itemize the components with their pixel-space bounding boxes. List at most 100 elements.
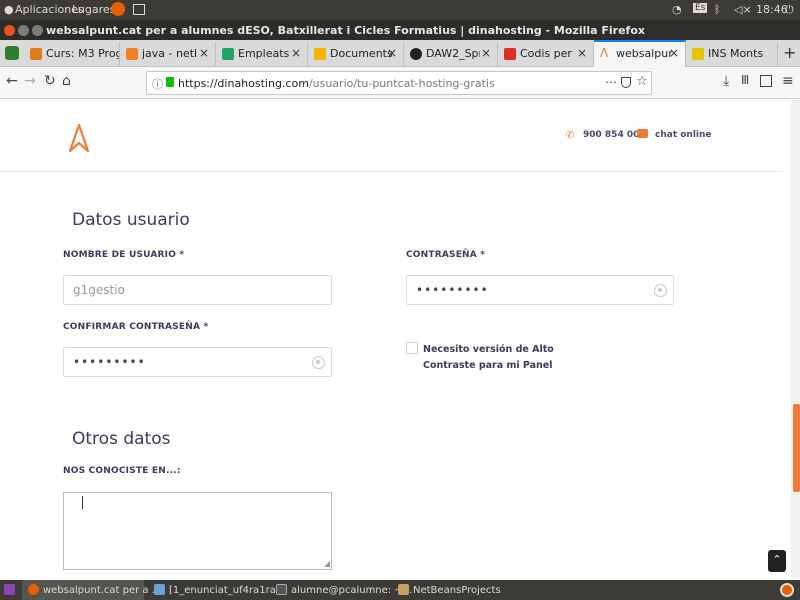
chat-online-link[interactable]: chat online — [655, 130, 712, 140]
navigation-bar: ← → ↻ ⌂ ⓘ https://dinahosting.com/usuari… — [0, 67, 800, 99]
tab-title: Documents — [330, 47, 393, 60]
username-value: g1gestio — [73, 283, 125, 297]
ubuntu-logo-icon[interactable]: ● — [4, 3, 14, 16]
screenshot-tool-icon[interactable] — [133, 4, 145, 15]
pinned-tab-icon[interactable] — [5, 46, 19, 60]
section-heading-other-data: Otros datos — [72, 429, 171, 449]
username-input[interactable]: g1gestio — [63, 275, 332, 305]
tab-daw2-sprint[interactable]: DAW2_Sprint × — [404, 42, 498, 67]
referral-textarea[interactable]: ◢ — [63, 492, 332, 570]
library-icon[interactable]: Ⅲ — [741, 73, 749, 87]
dinahosting-icon: Λ — [600, 46, 609, 60]
high-contrast-checkbox[interactable] — [406, 342, 418, 354]
moodle-icon — [30, 48, 42, 60]
show-desktop-icon[interactable] — [4, 584, 15, 595]
window-titlebar: websalpunt.cat per a alumnes dESO, Batxi… — [0, 20, 800, 40]
downloads-icon[interactable]: ⤓ — [723, 73, 729, 89]
resize-handle-icon[interactable]: ◢ — [324, 559, 330, 568]
stackoverflow-icon — [126, 48, 138, 60]
taskbar-item-document[interactable]: [1_enunciat_uf4ra1ra... — [148, 580, 285, 600]
reload-icon[interactable]: ↻ — [44, 73, 56, 89]
new-tab-button[interactable]: + — [783, 43, 796, 62]
tab-title: java - netbeans — [142, 47, 196, 60]
url-bar[interactable]: ⓘ https://dinahosting.com/usuario/tu-pun… — [146, 71, 652, 95]
taskbar-item-label: NetBeansProjects — [413, 585, 501, 596]
taskbar-item-firefox[interactable]: websalpunt.cat per a ... — [22, 580, 161, 600]
url-text[interactable]: https://dinahosting.com/usuario/tu-puntc… — [178, 77, 495, 90]
gmail-icon — [504, 48, 516, 60]
maximize-window-button[interactable] — [32, 25, 43, 36]
site-header: ✆ 900 854 000 chat online — [0, 100, 780, 172]
taskbar: websalpunt.cat per a ... [1_enunciat_uf4… — [0, 580, 800, 600]
volume-icon[interactable]: ◁× — [734, 3, 752, 16]
tab-java-netbeans[interactable]: java - netbeans × — [120, 42, 216, 67]
page-scrollbar-thumb[interactable] — [793, 404, 800, 492]
tab-ins-montsia[interactable]: INS Montsià | F — [686, 42, 778, 67]
scroll-to-top-button[interactable]: ⌃ — [768, 550, 786, 572]
clock[interactable]: 18:46 — [756, 3, 788, 16]
firefox-launcher-icon[interactable] — [111, 2, 125, 16]
confirm-password-label: CONFIRMAR CONTRASEÑA * — [63, 322, 209, 332]
tab-title: DAW2_Sprint — [426, 47, 480, 60]
close-tab-icon[interactable]: × — [387, 46, 397, 60]
tab-empleats[interactable]: Empleats: Goo × — [216, 42, 308, 67]
tab-curs[interactable]: Curs: M3 Progr — [24, 42, 120, 67]
taskbar-item-terminal[interactable]: alumne@pcalumne: ~... — [270, 580, 412, 600]
google-drive-icon — [222, 48, 234, 60]
tab-title: Codis per a reg — [520, 47, 576, 60]
sidebar-icon[interactable] — [760, 75, 772, 87]
tab-title: websalpunt.cat — [616, 47, 672, 60]
show-password-icon[interactable] — [654, 284, 667, 297]
username-label: NOMBRE DE USUARIO * — [63, 250, 185, 260]
tab-websalpunt[interactable]: Λ websalpunt.cat × — [594, 40, 686, 68]
page-actions-icon[interactable]: ⋯ — [605, 75, 617, 89]
text-cursor — [82, 496, 83, 509]
places-menu[interactable]: Lugares — [72, 3, 115, 16]
top-panel: ● Aplicaciones Lugares ◔ Es ᛒ ◁× 18:46 ⏻ — [0, 0, 800, 20]
url-host: https://dinahosting.com — [178, 77, 309, 90]
lock-icon[interactable] — [166, 77, 174, 87]
close-tab-icon[interactable]: × — [199, 46, 209, 60]
high-contrast-label[interactable]: Necesito versión de Alto Contraste para … — [423, 342, 554, 374]
forward-icon[interactable]: → — [24, 73, 36, 89]
wifi-icon[interactable]: ◔ — [672, 3, 682, 16]
show-confirm-password-icon[interactable] — [312, 356, 325, 369]
pocket-icon[interactable] — [621, 77, 631, 88]
firefox-icon — [28, 584, 39, 595]
dinahosting-logo-icon[interactable] — [69, 124, 89, 152]
folder-icon — [314, 48, 326, 60]
taskbar-item-label: [1_enunciat_uf4ra1ra... — [169, 585, 286, 596]
high-contrast-label-line1: Necesito versión de Alto — [423, 344, 554, 355]
tab-documents[interactable]: Documents × — [308, 42, 404, 67]
confirm-password-input[interactable]: ••••••••• — [63, 347, 332, 377]
minimize-window-button[interactable] — [18, 25, 29, 36]
chat-icon — [637, 129, 648, 138]
close-window-button[interactable] — [4, 25, 15, 36]
close-tab-icon[interactable]: × — [669, 46, 679, 60]
close-tab-icon[interactable]: × — [291, 46, 301, 60]
close-tab-icon[interactable]: × — [481, 46, 491, 60]
keyboard-layout-indicator[interactable]: Es — [693, 3, 708, 13]
password-input[interactable]: ••••••••• — [406, 275, 674, 305]
menu-icon[interactable]: ≡ — [782, 73, 794, 89]
taskbar-item-file-manager[interactable]: NetBeansProjects — [392, 580, 512, 600]
window-title: websalpunt.cat per a alumnes dESO, Batxi… — [46, 24, 645, 37]
bookmark-star-icon[interactable]: ☆ — [636, 74, 648, 89]
workspace-switcher-icon[interactable] — [780, 583, 794, 597]
tab-codis[interactable]: Codis per a reg × — [498, 42, 594, 67]
page-scrollbar[interactable] — [791, 100, 800, 578]
page-content: ✆ 900 854 000 chat online Datos usuario … — [0, 100, 800, 578]
info-icon[interactable]: ⓘ — [152, 76, 163, 92]
back-icon[interactable]: ← — [6, 73, 18, 89]
ins-montsia-icon — [692, 48, 704, 60]
close-tab-icon[interactable]: × — [577, 46, 587, 60]
github-icon — [410, 48, 422, 60]
confirm-password-value: ••••••••• — [73, 355, 146, 369]
terminal-icon — [276, 584, 287, 595]
password-label: CONTRASEÑA * — [406, 250, 486, 260]
referral-label: NOS CONOCISTE EN...: — [63, 466, 181, 476]
high-contrast-label-line2: Contraste para mi Panel — [423, 360, 553, 371]
power-icon[interactable]: ⏻ — [785, 3, 794, 17]
bluetooth-icon[interactable]: ᛒ — [714, 3, 721, 16]
home-icon[interactable]: ⌂ — [62, 73, 71, 89]
